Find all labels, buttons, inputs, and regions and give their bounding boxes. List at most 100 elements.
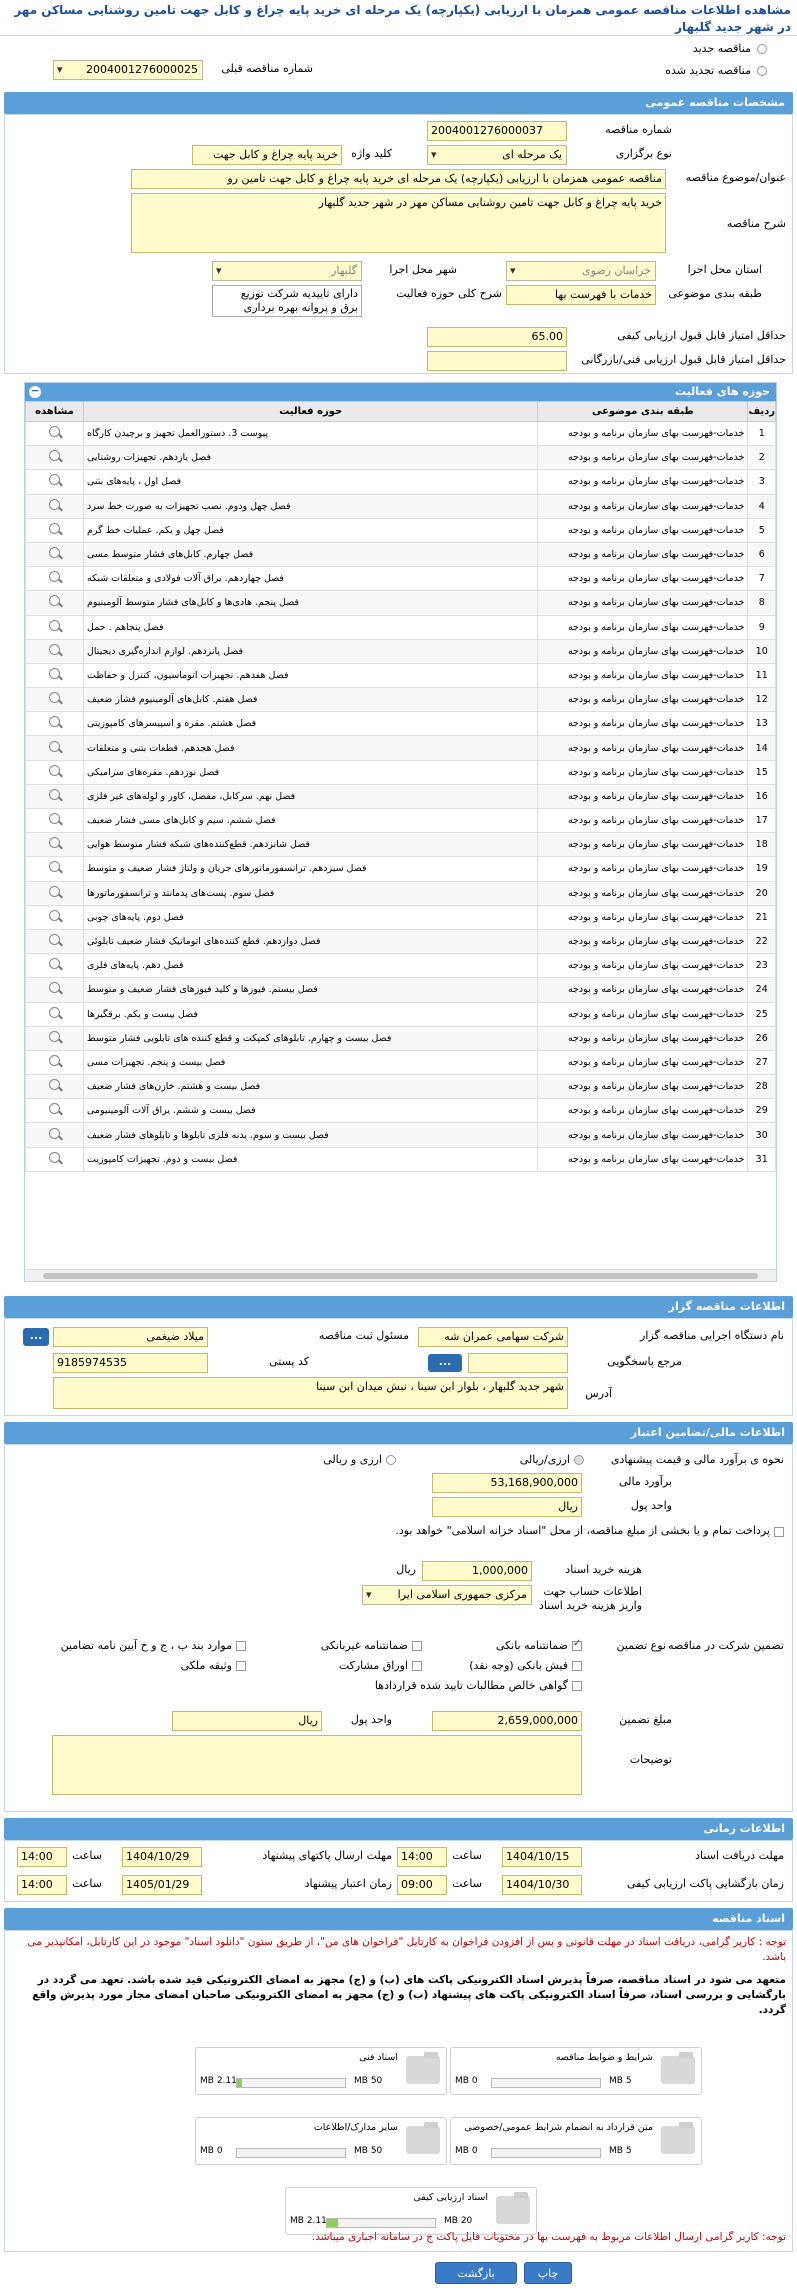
- amount-field[interactable]: 2,659,000,000: [432, 1711, 582, 1731]
- magnifier-icon[interactable]: [46, 1030, 64, 1044]
- row-area: فصل بیست و یکم. برقگیرها: [82, 1001, 539, 1027]
- desc-field[interactable]: خرید پایه چراغ و کابل جهت تامین روشنایی …: [131, 193, 666, 253]
- rial-radio[interactable]: [574, 1455, 584, 1465]
- account-select[interactable]: مرکزی جمهوری اسلامی ایرا ▾: [362, 1585, 532, 1605]
- doc-item[interactable]: سایر مدارک/اطلاعات 50 MB 0 MB: [195, 2117, 447, 2165]
- magnifier-icon[interactable]: [46, 957, 64, 971]
- g3-checkbox[interactable]: [236, 1641, 246, 1651]
- row-number: 7: [747, 566, 776, 592]
- min-quality-field[interactable]: 65.00: [427, 327, 567, 347]
- magnifier-icon[interactable]: [46, 425, 64, 439]
- magnifier-icon[interactable]: [46, 981, 64, 995]
- magnifier-icon[interactable]: [46, 788, 64, 802]
- g7-checkbox[interactable]: [572, 1681, 582, 1691]
- g2-checkbox[interactable]: [412, 1641, 422, 1651]
- city-select[interactable]: گلبهار ▾: [212, 261, 362, 281]
- send-time[interactable]: 14:00: [17, 1847, 67, 1867]
- magnifier-icon[interactable]: [46, 522, 64, 536]
- magnifier-icon[interactable]: [46, 1102, 64, 1116]
- magnifier-icon[interactable]: [46, 1127, 64, 1141]
- doc-item[interactable]: شرایط و ضوابط مناقصه 5 MB 0 MB: [450, 2047, 702, 2095]
- doc-fee-field[interactable]: 1,000,000: [422, 1561, 532, 1581]
- print-button[interactable]: چاپ: [524, 2262, 572, 2284]
- row-number: 1: [747, 420, 776, 447]
- renewed-tender-radio[interactable]: [757, 66, 767, 76]
- valid-date[interactable]: 1405/01/29: [122, 1875, 202, 1895]
- recv-time[interactable]: 14:00: [397, 1847, 447, 1867]
- magnifier-icon[interactable]: [46, 933, 64, 947]
- magnifier-icon[interactable]: [46, 594, 64, 608]
- magnifier-icon[interactable]: [46, 546, 64, 560]
- magnifier-icon[interactable]: [46, 812, 64, 826]
- new-tender-radio[interactable]: [757, 44, 767, 54]
- class-field[interactable]: خدمات با فهرست بها: [506, 285, 656, 305]
- magnifier-icon[interactable]: [46, 715, 64, 729]
- magnifier-icon[interactable]: [46, 691, 64, 705]
- magnifier-icon[interactable]: [46, 643, 64, 657]
- ref-field[interactable]: [468, 1353, 568, 1373]
- row-view: [25, 1049, 84, 1076]
- notes-field[interactable]: [52, 1735, 582, 1795]
- addr-field[interactable]: شهر جدید گلبهار ، بلوار ابن سینا ، نبش م…: [53, 1377, 568, 1409]
- horizontal-scrollbar[interactable]: [25, 1269, 776, 1281]
- row-view: [25, 711, 84, 737]
- magnifier-icon[interactable]: [46, 619, 64, 633]
- subject-field[interactable]: مناقصه عمومی همزمان با ارزیابی (یکپارچه)…: [131, 169, 666, 189]
- table-row: 22 خدمات-فهرست بهای سازمان برنامه و بودجه…: [25, 928, 776, 955]
- amount-unit-field[interactable]: ریال: [172, 1711, 322, 1731]
- magnifier-icon[interactable]: [46, 1006, 64, 1020]
- fx-radio[interactable]: [386, 1455, 396, 1465]
- magnifier-icon[interactable]: [46, 764, 64, 778]
- magnifier-icon[interactable]: [46, 1054, 64, 1068]
- unit-field[interactable]: ریال: [432, 1497, 582, 1517]
- row-class: خدمات-فهرست بهای سازمان برنامه و بودجه: [537, 1049, 749, 1076]
- postal-field[interactable]: 9185974535: [53, 1353, 208, 1373]
- open-date[interactable]: 1404/10/30: [502, 1875, 582, 1895]
- doc-item[interactable]: اسناد فنی 50 MB 2.11 MB: [195, 2047, 447, 2095]
- row-area: فصل دهم. پایه‌های فلزی: [82, 953, 539, 979]
- scope-field[interactable]: دارای تاییدیه شرکت توزیع برق و پروانه به…: [212, 285, 362, 317]
- row-class: خدمات-فهرست بهای سازمان برنامه و بودجه: [537, 687, 749, 713]
- doc-item[interactable]: متن قرارداد به انضمام شرایط عمومی/خصوصی 5…: [450, 2117, 702, 2165]
- magnifier-icon[interactable]: [46, 1151, 64, 1165]
- number-field[interactable]: 2004001276000037: [427, 121, 567, 141]
- magnifier-icon[interactable]: [46, 570, 64, 584]
- treasury-checkbox[interactable]: [774, 1527, 784, 1537]
- magnifier-icon[interactable]: [46, 1078, 64, 1092]
- magnifier-icon[interactable]: [46, 836, 64, 850]
- magnifier-icon[interactable]: [46, 909, 64, 923]
- estimate-field[interactable]: 53,168,900,000: [432, 1473, 582, 1493]
- g1-checkbox[interactable]: [572, 1638, 582, 1651]
- org-field[interactable]: شرکت سهامی عمران شه: [418, 1327, 568, 1347]
- open-time[interactable]: 09:00: [397, 1875, 447, 1895]
- chevron-down-icon: ▾: [510, 264, 516, 277]
- magnifier-icon[interactable]: [46, 667, 64, 681]
- magnifier-icon[interactable]: [46, 449, 64, 463]
- g5-checkbox[interactable]: [412, 1661, 422, 1671]
- magnifier-icon[interactable]: [46, 740, 64, 754]
- magnifier-icon[interactable]: [46, 473, 64, 487]
- resp-lookup-button[interactable]: ...: [23, 1328, 49, 1346]
- magnifier-icon[interactable]: [46, 885, 64, 899]
- doc-item[interactable]: اسناد ارزیابی کیفی 20 MB 2.11 MB: [285, 2187, 537, 2235]
- g4-checkbox[interactable]: [572, 1661, 582, 1671]
- min-tech-field[interactable]: [427, 351, 567, 371]
- g5-label: اوراق مشارکت: [338, 1659, 408, 1672]
- recv-date[interactable]: 1404/10/15: [502, 1847, 582, 1867]
- magnifier-icon[interactable]: [46, 860, 64, 874]
- keyword-field[interactable]: خرید پایه چراغ و کابل جهت: [192, 145, 342, 165]
- collapse-icon[interactable]: −: [29, 385, 41, 398]
- type-select[interactable]: یک مرحله ای ▾: [427, 145, 567, 165]
- valid-time[interactable]: 14:00: [17, 1875, 67, 1895]
- row-number: 8: [747, 590, 776, 616]
- province-select[interactable]: خراسان رضوی ▾: [506, 261, 656, 281]
- scrollbar-thumb[interactable]: [43, 1273, 758, 1279]
- prev-number-select[interactable]: 2004001276000025 ▾: [53, 60, 203, 80]
- ref-lookup-button[interactable]: ...: [428, 1354, 462, 1372]
- g6-checkbox[interactable]: [236, 1661, 246, 1671]
- resp-field[interactable]: میلاد ضیغمی: [53, 1327, 208, 1347]
- chevron-down-icon: ▾: [216, 264, 222, 277]
- back-button[interactable]: بازگشت: [435, 2262, 517, 2284]
- send-date[interactable]: 1404/10/29: [122, 1847, 202, 1867]
- magnifier-icon[interactable]: [46, 498, 64, 512]
